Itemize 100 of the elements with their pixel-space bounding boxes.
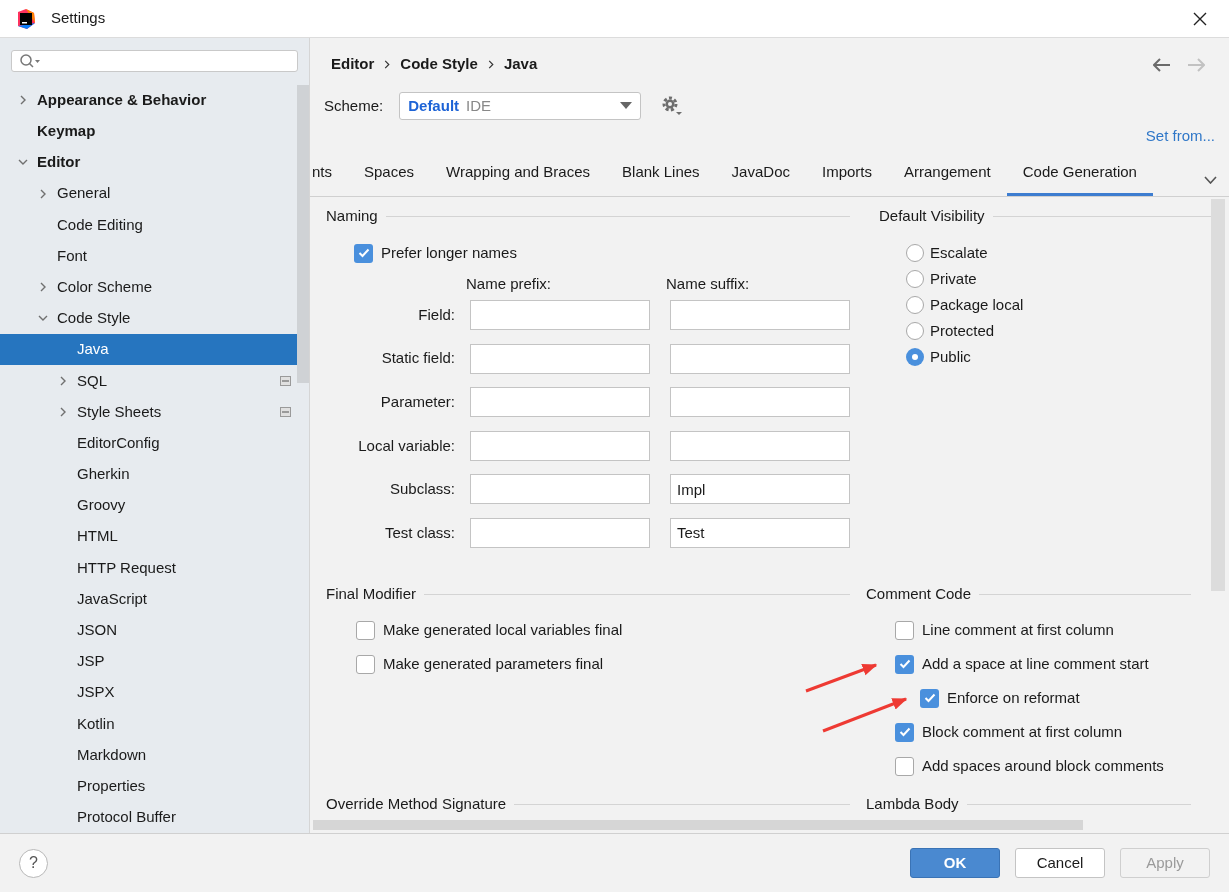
input-field[interactable] bbox=[670, 387, 850, 418]
checkbox[interactable] bbox=[354, 243, 373, 263]
tree-item[interactable]: JSPX bbox=[0, 677, 297, 709]
checkbox[interactable] bbox=[895, 620, 914, 640]
tree-item[interactable]: JSON bbox=[0, 614, 297, 646]
input-field[interactable] bbox=[470, 474, 650, 505]
tree-item[interactable]: EditorConfig bbox=[0, 427, 297, 459]
input-field[interactable] bbox=[470, 387, 650, 418]
tree-item[interactable]: Code Style bbox=[0, 302, 297, 334]
horizontal-scrollbar-thumb[interactable] bbox=[313, 820, 1083, 830]
input-field[interactable]: Impl bbox=[670, 474, 850, 505]
dialog-button[interactable]: Cancel bbox=[1015, 848, 1105, 878]
input-field[interactable] bbox=[670, 300, 850, 330]
tree-item[interactable]: Gherkin bbox=[0, 458, 297, 490]
radio-label: Public bbox=[930, 346, 971, 367]
tree-item[interactable]: HTTP Request bbox=[0, 552, 297, 584]
scrollbar-thumb[interactable] bbox=[297, 84, 309, 383]
tree-item[interactable]: Font bbox=[0, 240, 297, 272]
input-field[interactable] bbox=[470, 430, 650, 461]
input-field[interactable]: Test bbox=[670, 517, 850, 548]
radio-button[interactable] bbox=[906, 322, 924, 340]
radio-label: Private bbox=[930, 268, 977, 289]
set-from-link[interactable]: Set from... bbox=[1145, 124, 1215, 148]
checkbox[interactable] bbox=[895, 722, 914, 742]
chevron-right-icon[interactable] bbox=[58, 406, 68, 417]
section-title: Final Modifier bbox=[326, 583, 417, 604]
scheme-label: Scheme: bbox=[324, 95, 384, 116]
tab[interactable]: nts bbox=[310, 151, 348, 196]
tree-item[interactable]: JavaScript bbox=[0, 583, 297, 615]
tree-item[interactable]: Java bbox=[0, 334, 297, 366]
section-title: Comment Code bbox=[866, 583, 972, 604]
checkbox[interactable] bbox=[356, 620, 375, 640]
chevron-right-icon[interactable] bbox=[38, 188, 48, 199]
tree-item[interactable]: General bbox=[0, 178, 297, 210]
tree-item[interactable]: SQL bbox=[0, 365, 297, 397]
tree-item[interactable]: Keymap bbox=[0, 115, 297, 147]
input-field[interactable] bbox=[470, 343, 650, 374]
tree-item[interactable]: Appearance & Behavior bbox=[0, 84, 297, 116]
close-icon[interactable] bbox=[1193, 11, 1207, 26]
settings-icon[interactable] bbox=[661, 95, 684, 117]
section-title: Override Method Signature bbox=[326, 793, 507, 814]
field-label: Static field: bbox=[380, 348, 455, 369]
chevron-right-icon bbox=[487, 60, 494, 69]
chevron-down-icon[interactable] bbox=[1204, 176, 1217, 184]
tab[interactable]: Code Generation bbox=[1006, 151, 1153, 196]
field-label: Parameter: bbox=[379, 391, 455, 412]
tree-item[interactable]: Kotlin bbox=[0, 708, 297, 740]
field-label: Subclass: bbox=[388, 479, 455, 500]
field-label: Local variable: bbox=[357, 435, 455, 456]
checkbox-label: Prefer longer names bbox=[381, 242, 517, 263]
tab[interactable]: Imports bbox=[805, 151, 888, 196]
input-field[interactable] bbox=[670, 430, 850, 461]
tree-item[interactable]: Editor bbox=[0, 146, 297, 179]
chevron-right-icon bbox=[384, 60, 391, 69]
radio-button[interactable] bbox=[906, 296, 924, 314]
tab[interactable]: Spaces bbox=[348, 151, 431, 196]
tree-item[interactable]: JSP bbox=[0, 645, 297, 678]
app-logo-icon bbox=[16, 8, 36, 29]
tree-item[interactable]: Markdown bbox=[0, 739, 297, 771]
checkbox[interactable] bbox=[356, 654, 375, 674]
search-field[interactable] bbox=[11, 50, 298, 72]
back-arrow-icon[interactable] bbox=[1153, 57, 1171, 72]
tab[interactable]: Arrangement bbox=[888, 151, 1007, 196]
tree-item[interactable]: Groovy bbox=[0, 489, 297, 522]
checkbox[interactable] bbox=[895, 756, 914, 776]
checkmark-icon bbox=[898, 659, 911, 669]
tree-item[interactable]: HTML bbox=[0, 521, 297, 553]
checkbox-label: Block comment at first column bbox=[922, 721, 1123, 742]
radio-button[interactable] bbox=[906, 244, 924, 262]
field-label: Test class: bbox=[383, 522, 455, 543]
tab[interactable]: JavaDoc bbox=[715, 151, 806, 196]
checkbox[interactable] bbox=[895, 654, 914, 674]
tab[interactable]: Wrapping and Braces bbox=[430, 151, 607, 196]
scheme-dropdown[interactable]: Default IDE bbox=[399, 92, 642, 120]
input-field[interactable] bbox=[470, 517, 650, 548]
tab[interactable]: Blank Lines bbox=[606, 151, 716, 196]
tree-item[interactable]: Code Editing bbox=[0, 209, 297, 241]
checkbox[interactable] bbox=[920, 688, 939, 708]
chevron-right-icon[interactable] bbox=[38, 282, 48, 293]
dropdown-caret-icon bbox=[620, 102, 633, 110]
checkmark-icon bbox=[898, 727, 911, 737]
input-field[interactable] bbox=[670, 343, 850, 374]
breadcrumb-item: Editor bbox=[331, 54, 375, 75]
tree-item[interactable]: Properties bbox=[0, 770, 297, 802]
input-field[interactable] bbox=[470, 300, 650, 330]
tree-item[interactable]: Style Sheets bbox=[0, 396, 297, 428]
radio-button[interactable] bbox=[906, 270, 924, 288]
checkmark-icon bbox=[357, 248, 370, 258]
search-icon bbox=[19, 52, 41, 69]
chevron-right-icon[interactable] bbox=[58, 375, 68, 386]
chevron-right-icon[interactable] bbox=[18, 95, 28, 106]
dialog-button[interactable]: OK bbox=[910, 848, 1000, 878]
radio-label: Protected bbox=[930, 320, 995, 341]
checkmark-icon bbox=[923, 693, 936, 703]
tree-item[interactable]: Protocol Buffer bbox=[0, 801, 297, 833]
tree-item[interactable]: Color Scheme bbox=[0, 271, 297, 303]
radio-button[interactable] bbox=[906, 348, 924, 366]
help-button[interactable]: ? bbox=[19, 848, 48, 878]
radio-label: Escalate bbox=[930, 242, 988, 263]
radio-label: Package local bbox=[930, 294, 1024, 315]
